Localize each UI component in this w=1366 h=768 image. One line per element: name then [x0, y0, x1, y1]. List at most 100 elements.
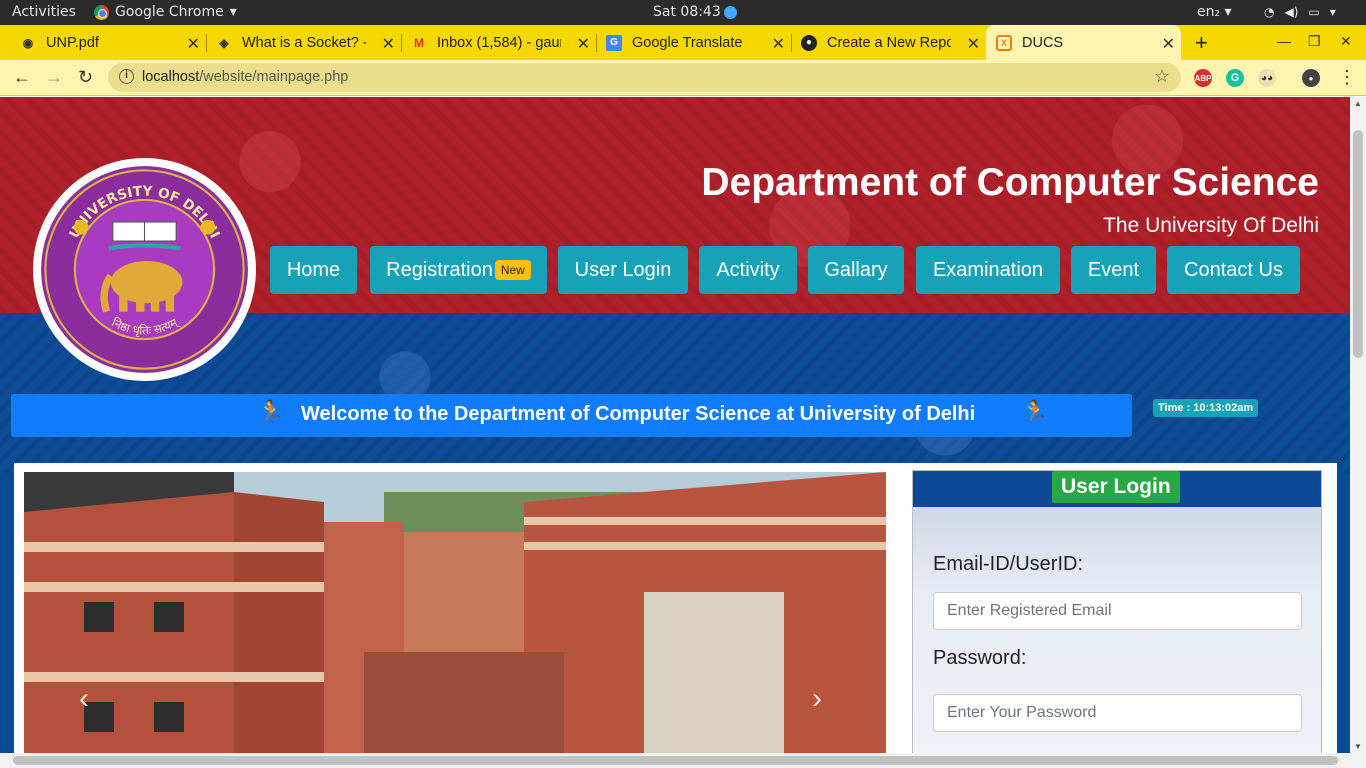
wifi-icon: ◔: [1264, 5, 1275, 19]
bookmark-star-icon[interactable]: ☆: [1154, 66, 1170, 87]
close-icon[interactable]: ✕: [382, 34, 395, 54]
tab-title: UNP.pdf: [46, 34, 99, 51]
nav-gallary[interactable]: Gallary: [808, 246, 904, 294]
notification-icon: [723, 5, 737, 19]
language-text: en₂: [1197, 4, 1221, 20]
nav-examination[interactable]: Examination: [916, 246, 1060, 294]
chevron-down-icon: ▾: [229, 4, 237, 20]
site-subtitle: The University Of Delhi: [1103, 214, 1319, 237]
nav-user-login-label: User Login: [574, 258, 672, 281]
close-icon[interactable]: ✕: [187, 34, 200, 54]
email-field[interactable]: [933, 592, 1302, 630]
tab-unp-pdf[interactable]: ◉ UNP.pdf ✕: [10, 25, 207, 60]
site-info-icon[interactable]: i: [119, 69, 134, 84]
xampp-icon: X: [996, 34, 1012, 51]
forward-icon[interactable]: →: [45, 67, 63, 88]
page-viewport: Department of Computer Science The Unive…: [0, 97, 1350, 753]
close-icon[interactable]: ✕: [772, 34, 785, 54]
nav-registration-label: Registration: [386, 258, 493, 281]
gmail-icon: M: [414, 35, 424, 50]
scroll-up-icon[interactable]: ▲: [1354, 99, 1362, 108]
tab-google-translate[interactable]: G Google Translate ✕: [596, 25, 792, 60]
tab-title: What is a Socket? - T: [242, 34, 366, 51]
welcome-text: Welcome to the Department of Computer Sc…: [301, 403, 976, 425]
clock[interactable]: Sat 08:43: [653, 4, 737, 20]
tab-title: DUCS: [1022, 34, 1064, 51]
app-menu[interactable]: Google Chrome ▾: [94, 4, 237, 20]
system-tray[interactable]: ◔ ◀) ▭ ▾: [1264, 5, 1336, 19]
scroll-thumb[interactable]: [1353, 130, 1363, 358]
password-label: Password:: [933, 647, 1027, 669]
nav-registration[interactable]: Registration New: [370, 246, 547, 294]
pdf-icon: ◉: [22, 35, 34, 50]
battery-icon: ▭: [1308, 5, 1320, 19]
avatar[interactable]: ●: [1302, 69, 1320, 87]
tab-title: Create a New Repo: [827, 34, 951, 51]
adblock-icon[interactable]: ABP: [1194, 69, 1212, 87]
tab-socket[interactable]: ◈ What is a Socket? - T ✕: [206, 25, 402, 60]
nav-activity[interactable]: Activity: [699, 246, 797, 294]
new-badge: New: [494, 260, 531, 280]
language-indicator[interactable]: en₂ ▾: [1197, 4, 1232, 20]
time-display: Time : 10:13:02am: [1153, 399, 1259, 417]
login-title: User Login: [1052, 471, 1180, 503]
image-carousel[interactable]: ‹ ›: [24, 472, 886, 753]
horizontal-scrollbar[interactable]: [0, 753, 1366, 768]
nav-home-label: Home: [286, 258, 341, 281]
minimize-icon[interactable]: —: [1277, 33, 1291, 49]
tab-gmail[interactable]: M Inbox (1,584) - gaur ✕: [401, 25, 597, 60]
menu-icon[interactable]: ⋮: [1338, 67, 1356, 88]
nav-contact-label: Contact Us: [1184, 258, 1283, 281]
nav-event-label: Event: [1087, 258, 1140, 281]
scroll-thumb[interactable]: [13, 756, 1338, 765]
reload-icon[interactable]: ↻: [78, 67, 93, 88]
carousel-prev-icon[interactable]: ‹: [79, 682, 89, 716]
github-icon: ●: [801, 34, 817, 51]
carousel-next-icon[interactable]: ›: [812, 682, 822, 716]
clock-text: Sat 08:43: [653, 4, 721, 20]
close-icon[interactable]: ✕: [1162, 34, 1175, 54]
tab-title: Google Translate: [632, 34, 743, 51]
tab-strip: ◉ UNP.pdf ✕ ◈ What is a Socket? - T ✕ M …: [0, 25, 1366, 60]
url-text: localhost/website/mainpage.php: [142, 69, 348, 85]
socket-site-icon: ◈: [219, 35, 229, 50]
nav-activity-label: Activity: [716, 258, 780, 281]
tab-github[interactable]: ● Create a New Repo ✕: [791, 25, 986, 60]
system-top-bar: Activities Google Chrome ▾ Sat 08:43 en₂…: [0, 0, 1366, 25]
email-label: Email-ID/UserID:: [933, 553, 1084, 575]
runner-icon: 🏃: [1021, 399, 1049, 424]
address-bar[interactable]: i localhost/website/mainpage.php ☆: [108, 63, 1181, 92]
restore-icon[interactable]: ❐: [1308, 33, 1321, 50]
chrome-icon: [94, 4, 109, 20]
window-close-icon[interactable]: ✕: [1340, 33, 1352, 50]
extension-owl-icon[interactable]: ◕◕: [1258, 69, 1276, 87]
url-host: localhost: [142, 69, 200, 85]
welcome-marquee: 🏃 Welcome to the Department of Computer …: [11, 394, 1132, 437]
nav-contact-us[interactable]: Contact Us: [1167, 246, 1300, 294]
user-login-panel: User Login Email-ID/UserID: Password:: [912, 470, 1322, 753]
vertical-scrollbar[interactable]: ▲ ▼: [1350, 97, 1366, 753]
new-tab-button[interactable]: +: [1195, 30, 1208, 56]
url-path: /website/mainpage.php: [199, 69, 349, 85]
back-icon[interactable]: ←: [13, 67, 31, 88]
site-title: Department of Computer Science: [701, 161, 1319, 204]
grammarly-icon[interactable]: G: [1226, 69, 1244, 87]
scroll-down-icon[interactable]: ▼: [1354, 742, 1362, 751]
nav-gallary-label: Gallary: [824, 258, 888, 281]
du-seal-icon: UNIVERSITY OF DELHI निष्ठा धृतिः सत्यम्: [41, 166, 248, 373]
close-icon[interactable]: ✕: [967, 34, 980, 54]
nav-user-login[interactable]: User Login: [558, 246, 688, 294]
nav-event[interactable]: Event: [1071, 246, 1156, 294]
close-icon[interactable]: ✕: [577, 34, 590, 54]
app-name: Google Chrome: [115, 4, 224, 20]
chevron-down-icon: ▾: [1329, 5, 1336, 19]
activities-button[interactable]: Activities: [12, 4, 76, 20]
browser-toolbar: ← → ↻ i localhost/website/mainpage.php ☆…: [0, 60, 1366, 96]
university-logo[interactable]: UNIVERSITY OF DELHI निष्ठा धृतिः सत्यम्: [33, 158, 256, 381]
runner-icon: 🏃: [257, 399, 285, 424]
tab-ducs[interactable]: X DUCS ✕: [986, 25, 1181, 60]
volume-icon: ◀): [1284, 5, 1299, 19]
password-field[interactable]: [933, 694, 1302, 732]
nav-home[interactable]: Home: [270, 246, 357, 294]
nav-examination-label: Examination: [932, 258, 1044, 281]
